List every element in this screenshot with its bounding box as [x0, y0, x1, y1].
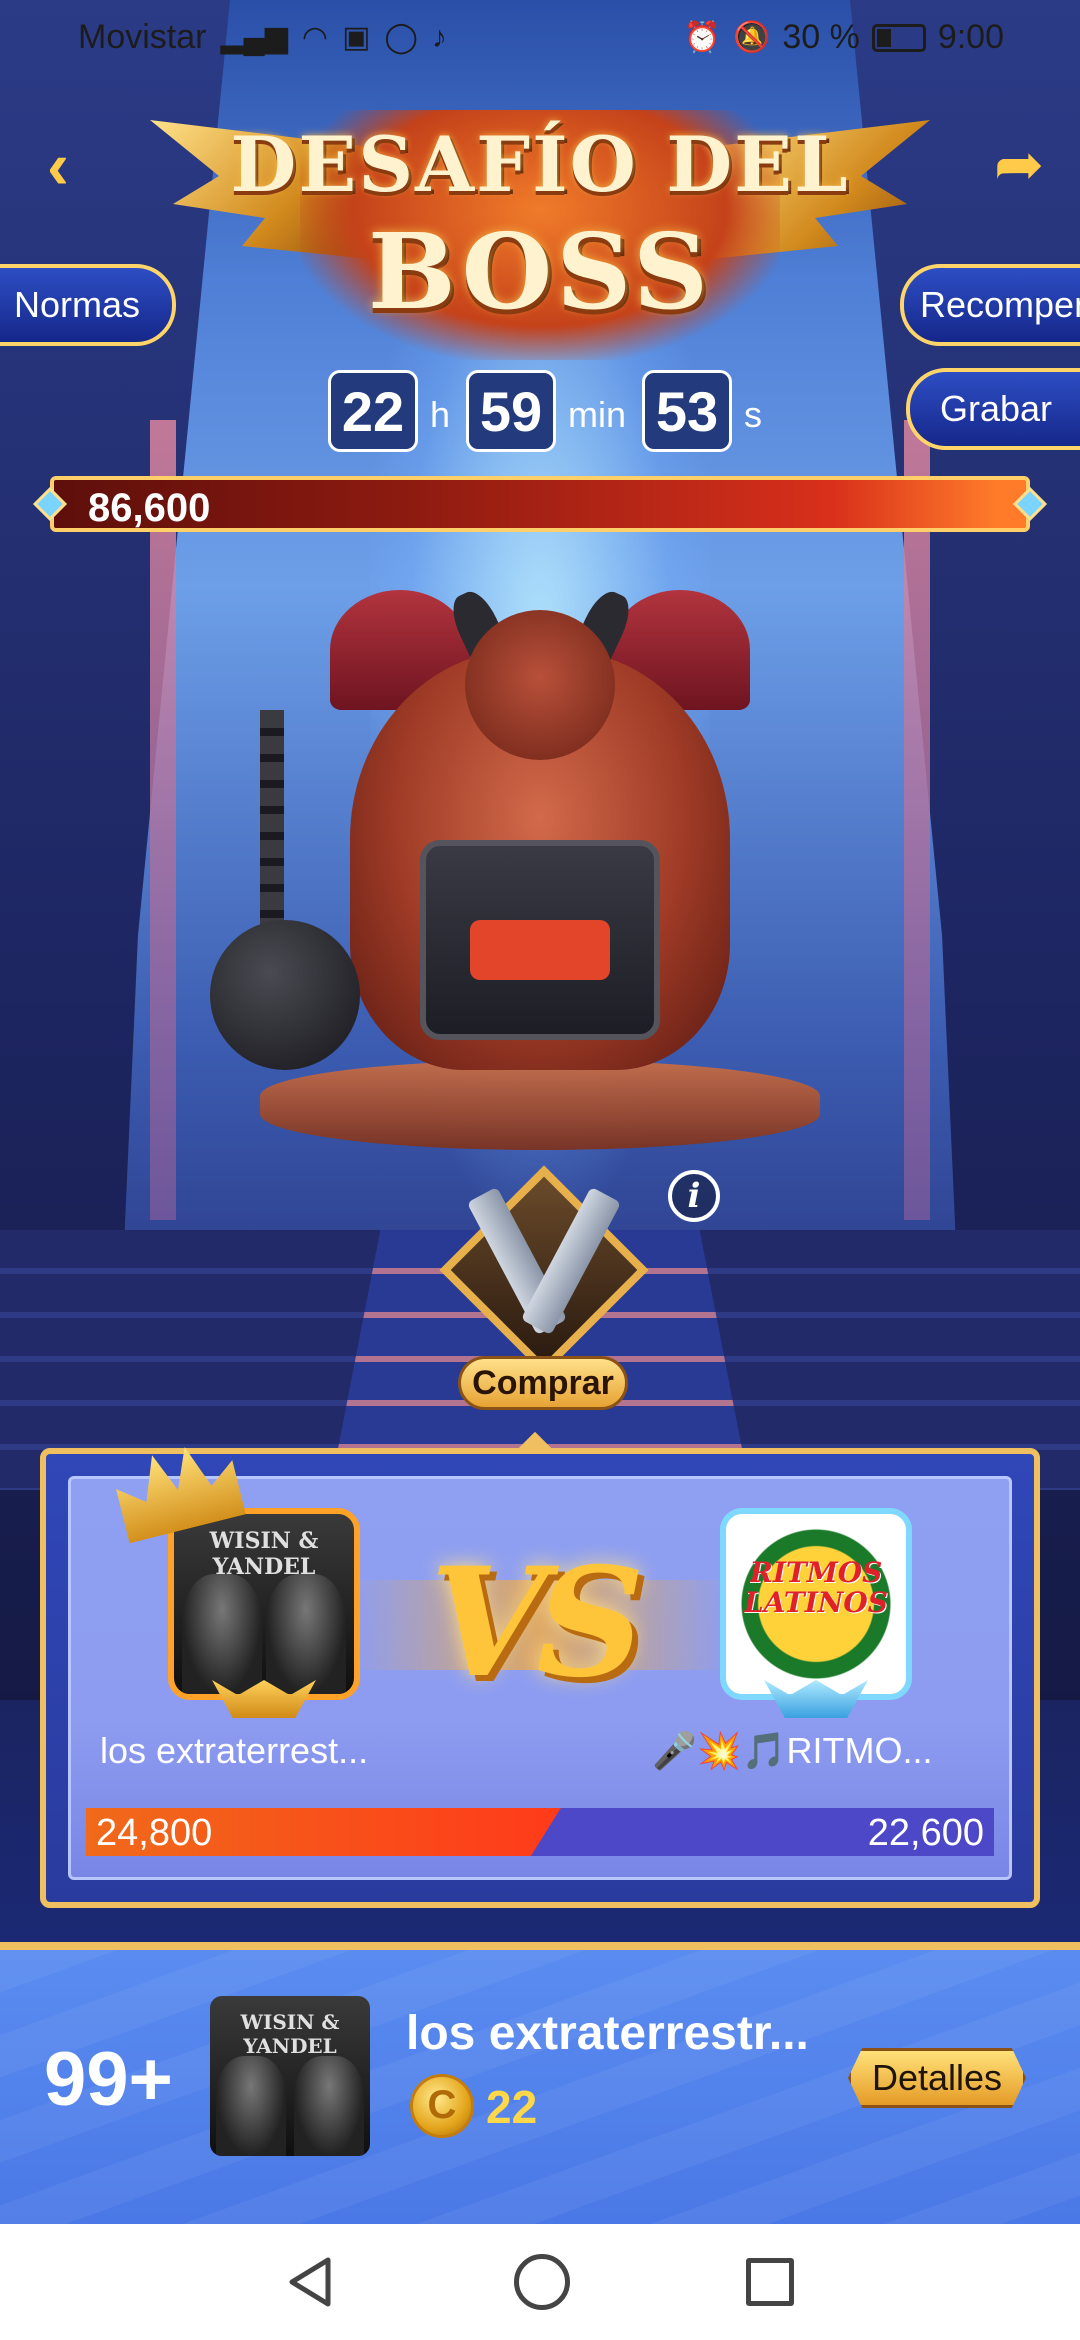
system-nav-bar: [0, 2224, 1080, 2340]
share-arrow-icon[interactable]: ➦: [984, 130, 1054, 200]
timer-hours-unit: h: [430, 394, 451, 435]
nav-back-icon[interactable]: [282, 2254, 338, 2310]
rank-name: los extraterrestr...: [406, 2007, 809, 2060]
boss-hp-bar: 86,600: [33, 476, 1047, 532]
left-score: 24,800: [96, 1812, 213, 1854]
record-button[interactable]: Grabar: [906, 368, 1080, 450]
info-icon[interactable]: i: [668, 1170, 720, 1222]
boss-challenge-screen: Movistar ▂▄▆ ◠ ▣ ◯ ♪ ⏰ 🔕 30 % 9:00 ‹ ➦ D…: [0, 0, 1080, 2340]
avatar-figure: [294, 2056, 364, 2156]
countdown-timer: 22 h 59 min 53 s: [328, 366, 770, 452]
coin-icon: C: [410, 2074, 474, 2138]
timer-seconds-unit: s: [744, 394, 763, 435]
nav-recents-icon[interactable]: [746, 2258, 794, 2306]
flail-chain: [260, 710, 284, 930]
versus-score-bar: 24,800 22,600: [86, 1808, 994, 1856]
timer-minutes: 59: [466, 370, 557, 452]
clock: 9:00: [937, 18, 1004, 56]
left-host-avatar[interactable]: WISIN & YANDEL: [168, 1508, 360, 1700]
rules-button[interactable]: Normas: [0, 264, 176, 346]
right-score: 22,600: [867, 1812, 984, 1854]
vs-label: VS: [430, 1535, 645, 1711]
avatar-art-text: WISIN & YANDEL: [209, 1528, 319, 1580]
buy-button[interactable]: Comprar: [458, 1356, 628, 1410]
boss-pedestal: [260, 1060, 820, 1150]
timer-seconds: 53: [642, 370, 733, 452]
boss-head: [465, 610, 615, 760]
page-title-line1: DESAFÍO DEL: [230, 120, 850, 209]
title-emblem: DESAFÍO DEL BOSS: [150, 40, 930, 370]
back-chevron-icon[interactable]: ‹: [30, 130, 86, 200]
nav-home-icon[interactable]: [514, 2254, 570, 2310]
rank-avatar[interactable]: WISIN & YANDEL: [210, 1996, 370, 2156]
timer-hours: 22: [328, 370, 418, 452]
page-title-line2: BOSS: [367, 210, 713, 333]
boss-character[interactable]: [200, 585, 860, 1150]
boss-hp-value: 86,600: [88, 486, 211, 530]
pillar-stripe: [150, 420, 176, 1220]
crossed-swords-icon: [466, 1176, 622, 1336]
details-button[interactable]: Detalles: [848, 2048, 1026, 2108]
right-host-name[interactable]: 🎤💥🎵RITMO...: [652, 1730, 992, 1772]
avatar-figure: [266, 1574, 346, 1694]
left-host-name[interactable]: los extraterrest...: [100, 1730, 440, 1772]
right-host-avatar[interactable]: RITMOS LATINOS: [720, 1508, 912, 1700]
coin-count: 22: [486, 2081, 538, 2133]
flail-ball: [210, 920, 360, 1070]
rank-number: 99+: [44, 2037, 173, 2122]
pillar-stripe: [904, 420, 930, 1220]
avatar-art-text: RITMOS LATINOS: [743, 1556, 889, 1619]
buy-emblem[interactable]: Comprar: [418, 1165, 668, 1410]
timer-minutes-unit: min: [568, 394, 627, 435]
boss-mouth: [470, 920, 610, 980]
avatar-figure: [216, 2056, 286, 2156]
avatar-art-text: WISIN & YANDEL: [240, 2010, 340, 2058]
avatar-figure: [182, 1574, 262, 1694]
rewards-button[interactable]: Recompens: [900, 264, 1080, 346]
